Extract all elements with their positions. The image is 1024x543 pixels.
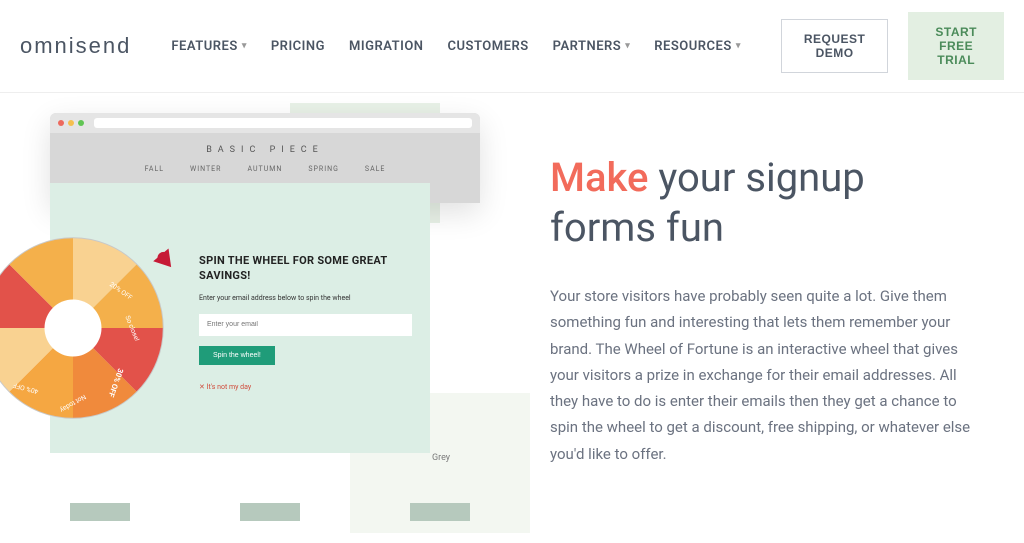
illustration: BASIC PIECE FALL WINTER AUTUMN SPRING SA… <box>40 103 500 543</box>
headline: Make your signup forms fun <box>550 153 980 253</box>
popup-content: SPIN THE WHEEL FOR SOME GREAT SAVINGS! E… <box>195 183 430 453</box>
request-demo-button[interactable]: REQUEST DEMO <box>781 19 889 73</box>
hero-copy: Make your signup forms fun Your store vi… <box>550 103 980 543</box>
hero-section: BASIC PIECE FALL WINTER AUTUMN SPRING SA… <box>0 93 1024 543</box>
window-min-icon <box>68 120 74 126</box>
popup-skip-link[interactable]: ✕ It's not my day <box>199 383 412 391</box>
wheel-popup: 20% OFF So close! 30% OFF Not today 40% … <box>50 183 430 453</box>
nav-features[interactable]: FEATURES▾ <box>171 39 246 54</box>
nav-partners[interactable]: PARTNERS▾ <box>553 39 631 54</box>
window-max-icon <box>78 120 84 126</box>
mock-cta <box>410 503 470 521</box>
chevron-down-icon: ▾ <box>625 41 630 51</box>
headline-accent: Make <box>550 154 648 201</box>
logo[interactable]: omnisend <box>20 33 131 59</box>
mock-cat: SALE <box>365 165 385 173</box>
chevron-down-icon: ▾ <box>242 41 247 51</box>
start-trial-button[interactable]: START FREE TRIAL <box>908 12 1004 80</box>
chevron-down-icon: ▾ <box>736 41 741 51</box>
mock-product-buttons <box>70 503 470 521</box>
main-nav: FEATURES▾ PRICING MIGRATION CUSTOMERS PA… <box>171 39 740 54</box>
popup-title: SPIN THE WHEEL FOR SOME GREAT SAVINGS! <box>199 253 412 284</box>
nav-migration[interactable]: MIGRATION <box>349 39 424 54</box>
mock-cat: SPRING <box>308 165 339 173</box>
top-navbar: omnisend FEATURES▾ PRICING MIGRATION CUS… <box>0 0 1024 93</box>
mock-categories: FALL WINTER AUTUMN SPRING SALE <box>50 165 480 173</box>
product-color-label: Grey <box>432 453 450 463</box>
nav-customers[interactable]: CUSTOMERS <box>448 39 529 54</box>
nav-resources[interactable]: RESOURCES▾ <box>654 39 741 54</box>
window-close-icon <box>58 120 64 126</box>
popup-subtitle: Enter your email address below to spin t… <box>199 294 412 302</box>
url-bar <box>94 118 472 128</box>
popup-email-input[interactable] <box>199 314 412 336</box>
nav-pricing[interactable]: PRICING <box>271 39 325 54</box>
mock-brand: BASIC PIECE <box>50 145 480 155</box>
mock-cat: AUTUMN <box>247 165 282 173</box>
hero-paragraph: Your store visitors have probably seen q… <box>550 283 980 467</box>
spin-button[interactable]: Spin the wheel! <box>199 346 275 365</box>
mock-cat: FALL <box>145 165 164 173</box>
mock-cta <box>70 503 130 521</box>
fortune-wheel-icon: 20% OFF So close! 30% OFF Not today 40% … <box>0 233 168 423</box>
wheel-container: 20% OFF So close! 30% OFF Not today 40% … <box>50 183 195 453</box>
mock-cat: WINTER <box>190 165 221 173</box>
mock-cta <box>240 503 300 521</box>
browser-chrome <box>50 113 480 133</box>
